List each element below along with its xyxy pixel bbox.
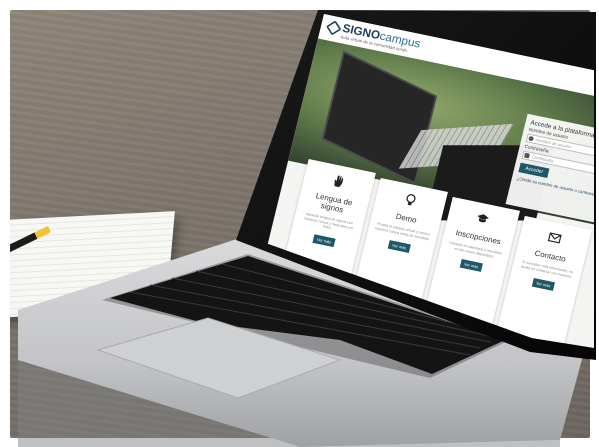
card-button[interactable]: Ver más — [459, 259, 484, 273]
password-placeholder: Contraseña — [531, 154, 555, 164]
card-button[interactable]: Ver más — [312, 234, 336, 248]
graduation-cap-icon — [477, 214, 489, 223]
user-icon — [528, 135, 535, 142]
card-button[interactable]: Ver más — [531, 278, 556, 292]
forgot-password-link[interactable]: ¿Olvidó su nombre de usuario o contraseñ… — [516, 176, 594, 204]
notebook — [10, 211, 175, 319]
card-button[interactable]: Ver más — [387, 240, 412, 254]
envelope-icon — [547, 232, 562, 244]
hand-icon — [334, 175, 344, 188]
lightbulb-icon — [406, 194, 416, 206]
lock-icon — [523, 152, 530, 159]
logo-icon — [326, 20, 342, 36]
login-button[interactable]: Acceder — [518, 162, 550, 179]
